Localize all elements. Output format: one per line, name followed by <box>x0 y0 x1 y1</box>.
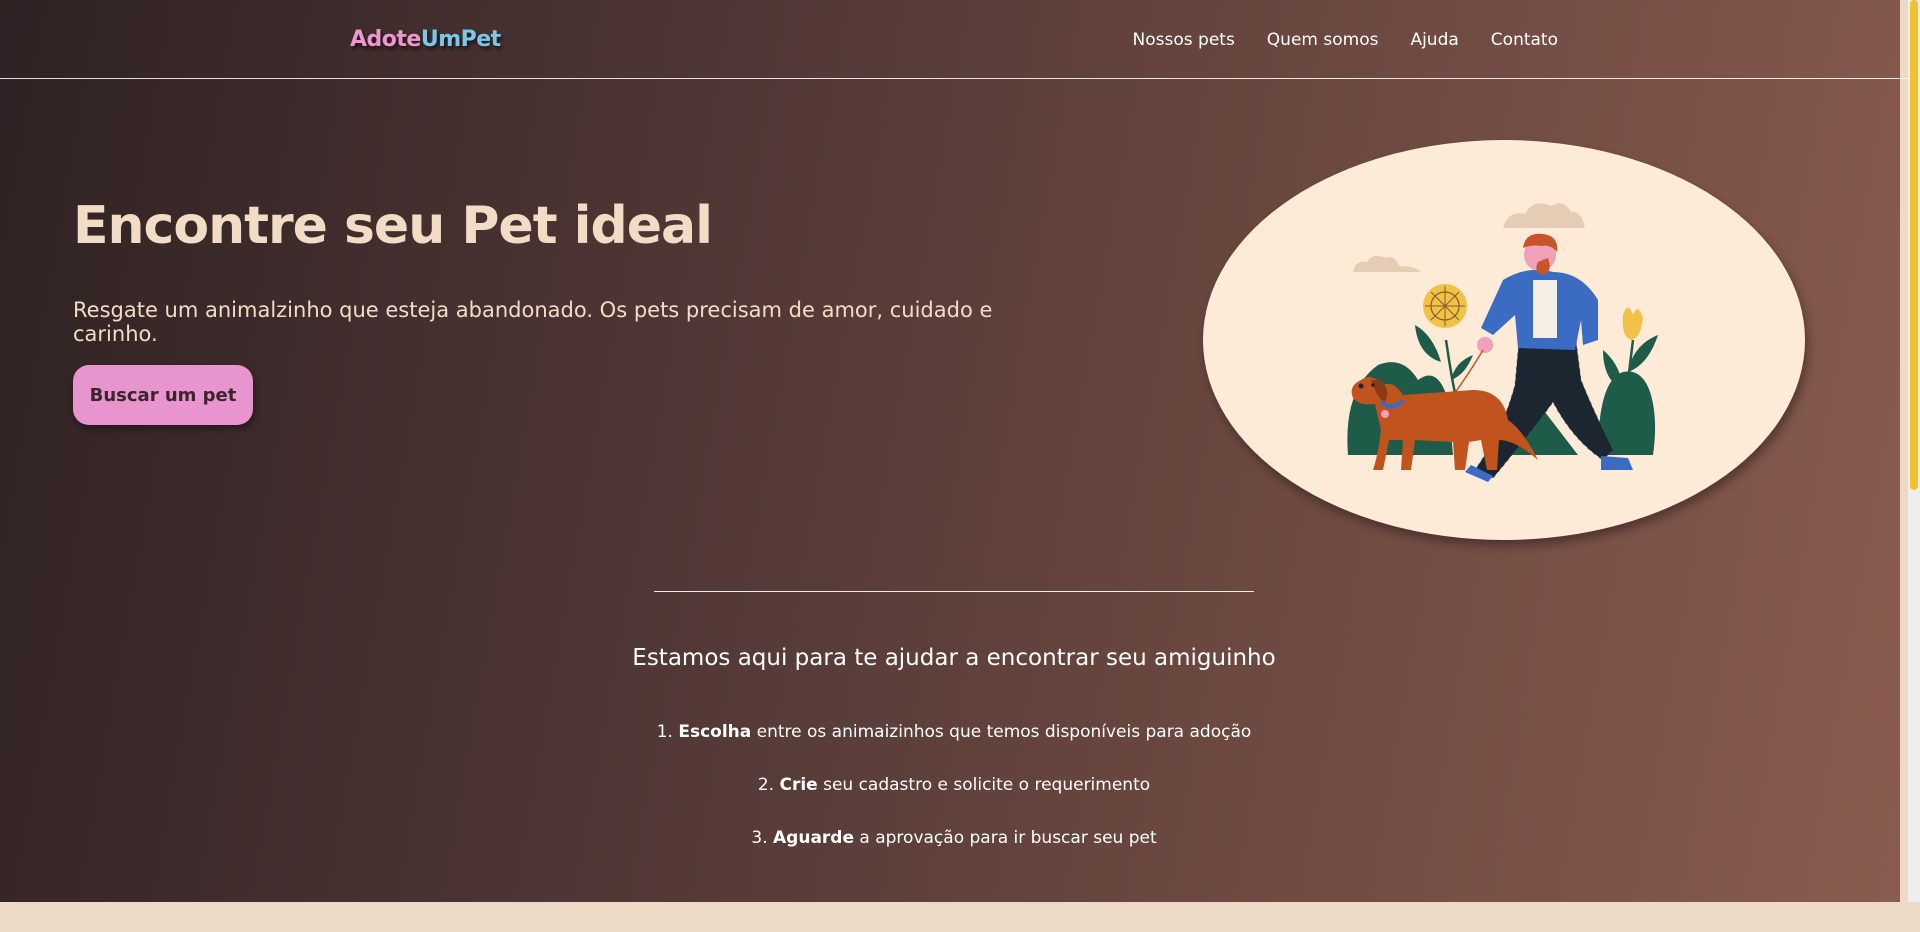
step-item: 3. Aguarde a aprovação para ir buscar se… <box>0 828 1908 881</box>
search-pet-button[interactable]: Buscar um pet <box>73 365 253 425</box>
steps-title: Estamos aqui para te ajudar a encontrar … <box>632 645 1276 671</box>
site-logo[interactable]: AdoteUmPet <box>350 27 501 52</box>
main-nav: Nossos pets Quem somos Ajuda Contato <box>1133 30 1558 50</box>
person-walking-dog-illustration <box>1347 203 1658 482</box>
logo-part-umpet: UmPet <box>420 27 501 52</box>
hero-title: Encontre seu Pet ideal <box>73 196 713 256</box>
step-item: 1. Escolha entre os animaizinhos que tem… <box>0 722 1908 775</box>
nav-link-ajuda[interactable]: Ajuda <box>1410 30 1458 50</box>
step-text: a aprovação para ir buscar seu pet <box>854 828 1157 848</box>
step-keyword: Crie <box>779 775 818 795</box>
hero-subtitle: Resgate um animalzinho que esteja abando… <box>73 298 993 346</box>
step-number: 2. <box>757 775 775 795</box>
step-text: entre os animaizinhos que temos disponív… <box>751 722 1252 742</box>
page-background: AdoteUmPet Nossos pets Quem somos Ajuda … <box>0 0 1910 902</box>
step-item: 2. Crie seu cadastro e solicite o requer… <box>0 775 1908 828</box>
hero-illustration <box>1203 140 1805 540</box>
scrollbar-thumb[interactable] <box>1910 0 1918 490</box>
step-number: 3. <box>751 828 768 848</box>
next-section-strip <box>0 902 1920 932</box>
nav-link-quem-somos[interactable]: Quem somos <box>1267 30 1379 50</box>
step-keyword: Escolha <box>678 722 752 742</box>
site-header: AdoteUmPet Nossos pets Quem somos Ajuda … <box>0 0 1910 79</box>
step-keyword: Aguarde <box>773 828 854 848</box>
logo-part-adote: Adote <box>350 27 421 52</box>
step-text: seu cadastro e solicite o requerimento <box>817 775 1151 795</box>
section-divider <box>654 591 1254 592</box>
steps-list: 1. Escolha entre os animaizinhos que tem… <box>0 722 1908 881</box>
step-number: 1. <box>656 722 673 742</box>
nav-link-nossos-pets[interactable]: Nossos pets <box>1133 30 1235 50</box>
nav-link-contato[interactable]: Contato <box>1491 30 1558 50</box>
